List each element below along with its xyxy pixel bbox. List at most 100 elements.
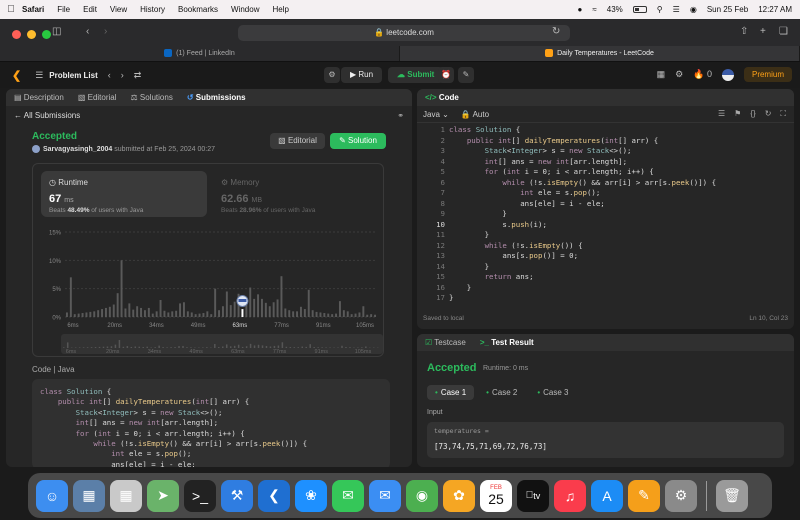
finder-icon[interactable]: ☺ — [36, 479, 68, 512]
all-submissions-link[interactable]: ← All Submissions — [14, 111, 80, 120]
code-line[interactable]: } — [449, 209, 716, 220]
vscode-icon[interactable]: ❮ — [258, 479, 290, 512]
code-line[interactable]: ans[s.pop()] = 0; — [449, 251, 716, 262]
leetcode-logo-icon[interactable]: ❮ — [12, 69, 21, 82]
debug-icon[interactable]: ⚙ — [324, 67, 340, 83]
appletv-icon[interactable]: tv — [517, 479, 549, 512]
new-tab-icon[interactable]: + — [760, 26, 766, 37]
avatar[interactable] — [721, 68, 734, 81]
calendar-icon[interactable]: FEB 25 — [480, 479, 512, 512]
tab-solutions[interactable]: ⚖ Solutions — [131, 93, 173, 102]
code-line[interactable]: } — [449, 262, 716, 273]
shuffle-icon[interactable]: ⇄ — [134, 70, 142, 81]
code-line[interactable]: int ele = s.pop(); — [449, 188, 716, 199]
code-text[interactable]: class Solution { public int[] dailyTempe… — [449, 125, 716, 304]
music-icon[interactable]: ♫ — [554, 479, 586, 512]
control-center-icon[interactable]: ☰ — [673, 5, 680, 14]
tab-test-result[interactable]: >_ Test Result — [480, 338, 534, 347]
safari-icon[interactable]: ❀ — [295, 479, 327, 512]
share-link-icon[interactable]: ⚭ — [397, 111, 404, 120]
sidebar-toggle-icon[interactable]: ◫ — [52, 26, 61, 37]
menu-app-name[interactable]: Safari — [22, 5, 44, 14]
zoom-window-button[interactable] — [42, 30, 51, 39]
search-icon[interactable]: ⚲ — [657, 5, 663, 14]
code-tab[interactable]: </> Code — [425, 93, 459, 102]
bookmark-icon[interactable]: ⚑ — [734, 109, 741, 119]
language-select[interactable]: Java ⌄ — [423, 110, 449, 119]
tab-description[interactable]: ▤ Description — [14, 93, 64, 102]
reload-icon[interactable]: ↻ — [552, 26, 560, 37]
appstore-icon[interactable]: A — [591, 479, 623, 512]
pages-icon[interactable]: ✎ — [628, 479, 660, 512]
case-tab-2[interactable]: • Case 2 — [478, 385, 525, 400]
tab-editorial[interactable]: ▧ Editorial — [78, 93, 117, 102]
code-line[interactable]: for (int i = 0; i < arr.length; i++) { — [449, 167, 716, 178]
menu-bookmarks[interactable]: Bookmarks — [178, 5, 218, 14]
minimize-window-button[interactable] — [27, 30, 36, 39]
launchpad-icon[interactable]: ▦ — [110, 479, 142, 512]
code-line[interactable]: public int[] dailyTemperatures(int[] arr… — [449, 136, 716, 147]
preview-icon[interactable]: ▦ — [73, 479, 105, 512]
format-icon[interactable]: ☰ — [718, 109, 725, 119]
reset-icon[interactable]: ↻ — [765, 109, 772, 119]
tab-testcase[interactable]: ☑ Testcase — [425, 338, 466, 347]
back-icon[interactable]: ‹ — [86, 26, 89, 37]
notes-icon[interactable]: ✎ — [458, 67, 474, 83]
case-tab-1[interactable]: • Case 1 — [427, 385, 475, 400]
next-problem-icon[interactable]: › — [121, 70, 124, 80]
prev-problem-icon[interactable]: ‹ — [108, 70, 111, 80]
code-line[interactable]: while (!s.isEmpty() && arr[i] > arr[s.pe… — [449, 178, 716, 189]
menu-history[interactable]: History — [140, 5, 165, 14]
menu-help[interactable]: Help — [272, 5, 288, 14]
auto-mode-toggle[interactable]: 🔒 Auto — [461, 110, 489, 119]
terminal-icon[interactable]: >_ — [184, 479, 216, 512]
fullscreen-icon[interactable]: ⛶ — [780, 109, 786, 119]
settings-icon[interactable]: ⚙ — [675, 69, 683, 80]
browser-tab-leetcode[interactable]: Daily Temperatures - LeetCode — [400, 46, 800, 61]
code-line[interactable]: } — [449, 230, 716, 241]
record-icon[interactable]: ● — [578, 5, 583, 14]
share-icon[interactable]: ⇧ — [740, 26, 748, 37]
menu-edit[interactable]: Edit — [83, 5, 97, 14]
code-line[interactable]: while (!s.isEmpty()) { — [449, 241, 716, 252]
tab-overview-icon[interactable]: ❏ — [779, 26, 788, 37]
chrome-icon[interactable]: ◉ — [406, 479, 438, 512]
username[interactable]: Sarvagyasingh_2004 — [43, 146, 112, 153]
maps-icon[interactable]: ➤ — [147, 479, 179, 512]
mail-icon[interactable]: ✉ — [369, 479, 401, 512]
battery-icon[interactable] — [632, 6, 647, 13]
code-line[interactable]: s.push(i); — [449, 220, 716, 231]
timer-icon[interactable]: ⏰ — [438, 67, 454, 83]
wifi-icon[interactable]: ≈ — [592, 5, 596, 14]
code-line[interactable]: } — [449, 293, 716, 304]
xcode-icon[interactable]: ⚒ — [221, 479, 253, 512]
photos-icon[interactable]: ✿ — [443, 479, 475, 512]
tab-submissions[interactable]: ↺ Submissions — [187, 93, 246, 102]
address-bar[interactable]: 🔒 leetcode.com — [238, 25, 570, 41]
menu-date[interactable]: Sun 25 Feb — [707, 5, 748, 14]
submit-button[interactable]: ☁ Submit — [388, 67, 444, 83]
braces-icon[interactable]: {} — [750, 109, 755, 119]
solution-button[interactable]: ✎ Solution — [330, 133, 386, 149]
list-icon[interactable]: ☰ — [35, 70, 43, 81]
browser-tab-linkedin[interactable]: (1) Feed | LinkedIn — [0, 46, 400, 61]
apple-icon[interactable]:  — [0, 4, 22, 15]
code-line[interactable]: class Solution { — [449, 125, 716, 136]
premium-button[interactable]: Premium — [743, 67, 792, 82]
runtime-distribution-chart[interactable]: 15% 10% 5% 0% 6ms 20ms 34ms 49ms 63ms 77ms 91ms 105… — [33, 222, 385, 356]
code-line[interactable]: return ans; — [449, 272, 716, 283]
menu-window[interactable]: Window — [231, 5, 259, 14]
forward-icon[interactable]: › — [104, 26, 107, 37]
runtime-card[interactable]: ◷ Runtime 67 ms Beats 48.49% of users wit… — [41, 171, 207, 217]
menu-view[interactable]: View — [110, 5, 127, 14]
close-window-button[interactable] — [12, 30, 21, 39]
code-line[interactable]: } — [449, 283, 716, 294]
layout-icon[interactable]: ▦ — [657, 69, 666, 80]
trash-icon[interactable]: 🗑 — [716, 479, 748, 512]
code-line[interactable]: Stack<Integer> s = new Stack<>(); — [449, 146, 716, 157]
code-line[interactable]: ans[ele] = i - ele; — [449, 199, 716, 210]
menu-file[interactable]: File — [57, 5, 70, 14]
memory-card[interactable]: ⚙ Memory 62.66 MB Beats 28.96% of users w… — [213, 171, 379, 217]
streak-counter[interactable]: 🔥 0 — [693, 69, 712, 80]
code-editor[interactable]: 1 2 3 4 5 6 7 8 9 10 11 12 13 14 15 16 17 class Solution… — [417, 125, 794, 303]
